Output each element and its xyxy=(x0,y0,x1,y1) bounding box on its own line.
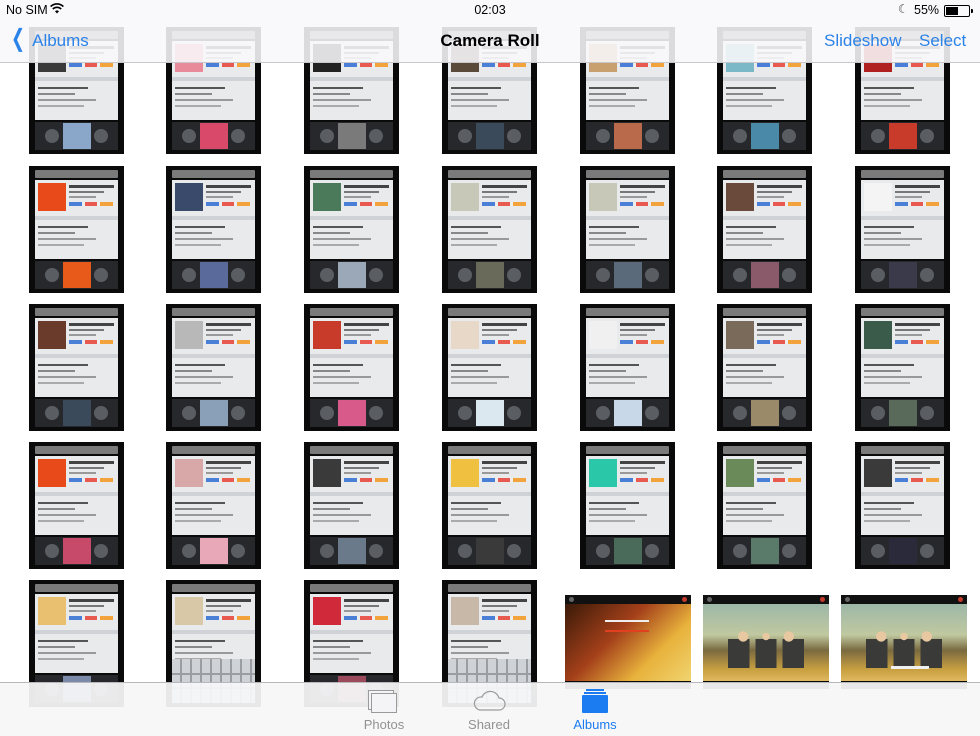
photo-thumbnail[interactable] xyxy=(580,166,675,293)
battery-percent: 55% xyxy=(914,3,940,17)
cloud-icon xyxy=(472,690,506,712)
do-not-disturb-moon-icon: ☾ xyxy=(898,2,909,16)
tab-photos-label: Photos xyxy=(363,717,405,732)
tab-photos[interactable]: Photos xyxy=(339,683,429,736)
photo-thumbnail[interactable] xyxy=(304,166,399,293)
photo-thumbnail[interactable] xyxy=(717,442,812,569)
tab-bar: Photos Shared Albums xyxy=(0,682,980,736)
photo-thumbnail[interactable] xyxy=(717,166,812,293)
photo-thumbnail[interactable] xyxy=(855,304,950,431)
video-thumbnail[interactable] xyxy=(841,595,967,689)
photo-grid xyxy=(0,0,980,735)
select-button[interactable]: Select xyxy=(919,31,966,51)
photo-thumbnail[interactable] xyxy=(304,304,399,431)
photo-thumbnail[interactable] xyxy=(166,304,261,431)
photo-thumbnail[interactable] xyxy=(442,442,537,569)
photo-thumbnail[interactable] xyxy=(166,442,261,569)
photo-thumbnail[interactable] xyxy=(166,166,261,293)
albums-icon xyxy=(582,689,608,713)
albums-back-button[interactable]: ❮ Albums xyxy=(8,25,89,54)
tab-albums[interactable]: Albums xyxy=(550,683,640,736)
photo-thumbnail[interactable] xyxy=(442,166,537,293)
photo-thumbnail[interactable] xyxy=(580,442,675,569)
photo-thumbnail[interactable] xyxy=(717,304,812,431)
back-label: Albums xyxy=(32,31,89,50)
tab-albums-label: Albums xyxy=(573,717,617,732)
photo-thumbnail[interactable] xyxy=(855,442,950,569)
battery-icon xyxy=(944,5,973,17)
photo-thumbnail[interactable] xyxy=(855,166,950,293)
photo-thumbnail[interactable] xyxy=(29,304,124,431)
photo-thumbnail[interactable] xyxy=(580,304,675,431)
photo-thumbnail[interactable] xyxy=(29,442,124,569)
video-thumbnail[interactable] xyxy=(703,595,829,689)
tab-shared[interactable]: Shared xyxy=(444,683,534,736)
photo-thumbnail[interactable] xyxy=(442,304,537,431)
photo-thumbnail[interactable] xyxy=(304,442,399,569)
photos-stack-icon xyxy=(368,690,397,713)
status-bar: No SIM 02:03 ☾ 55% xyxy=(0,0,980,20)
slideshow-button[interactable]: Slideshow xyxy=(824,31,902,51)
video-thumbnail[interactable] xyxy=(565,595,691,689)
tab-shared-label: Shared xyxy=(468,717,510,732)
photo-thumbnail[interactable] xyxy=(29,166,124,293)
clock: 02:03 xyxy=(474,3,506,17)
chevron-left-icon: ❮ xyxy=(11,25,26,52)
